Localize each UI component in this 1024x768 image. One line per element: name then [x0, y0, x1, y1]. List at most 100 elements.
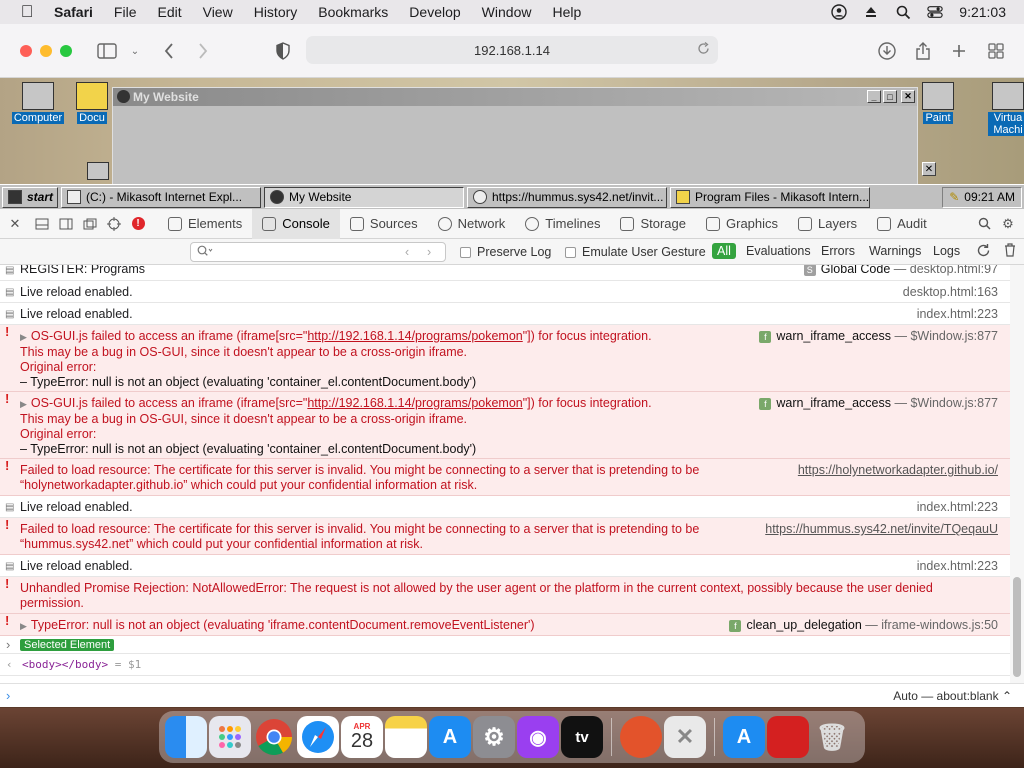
tab-network[interactable]: Network	[428, 209, 516, 239]
filter-warnings[interactable]: Warnings	[869, 244, 921, 258]
filter-all[interactable]: All	[712, 243, 736, 259]
console-error[interactable]: ! Failed to load resource: The certifica…	[0, 459, 1010, 496]
call-frame[interactable]: warn_iframe_access	[776, 396, 891, 410]
system-preferences-icon[interactable]: ⚙	[473, 716, 515, 758]
address-bar[interactable]: 192.168.1.14	[306, 36, 718, 64]
menu-edit[interactable]: Edit	[157, 4, 181, 20]
desktop-icon-computer[interactable]: Computer	[2, 82, 74, 124]
console-message[interactable]: ▤ Live reload enabled. index.html:223	[0, 555, 1010, 577]
close-window-button[interactable]	[20, 45, 32, 57]
disclosure-triangle-icon[interactable]: ▶	[20, 332, 27, 342]
zoom-window-button[interactable]	[60, 45, 72, 57]
sidebar-icon[interactable]	[96, 40, 118, 62]
tab-sources[interactable]: Sources	[340, 209, 428, 239]
console-message[interactable]: ▤ REGISTER: Programs S Global Code — desk…	[0, 265, 1010, 281]
console-error[interactable]: ! Unhandled Promise Rejection: NotAllowe…	[0, 577, 1010, 614]
trash-icon[interactable]	[1004, 243, 1016, 260]
error-indicator-icon[interactable]: !	[126, 210, 150, 238]
emulate-gesture-checkbox[interactable]: Emulate User Gesture	[565, 245, 706, 259]
privacy-shield-icon[interactable]	[272, 40, 294, 62]
menu-file[interactable]: File	[114, 4, 137, 20]
launchpad-icon[interactable]	[209, 716, 251, 758]
taskbar-button-my-website[interactable]: My Website	[264, 186, 464, 208]
safari-icon[interactable]	[297, 716, 339, 758]
source-link[interactable]: https://holynetworkadapter.github.io/	[798, 463, 998, 478]
source-link[interactable]: index.html:223	[917, 307, 998, 322]
selected-element-value[interactable]: ‹ <body></body> = $1	[0, 654, 1010, 676]
tab-overview-icon[interactable]	[985, 40, 1007, 62]
eject-icon[interactable]	[863, 4, 879, 20]
taskbar-button-program-files[interactable]: Program Files - Mikasoft Intern...	[670, 186, 870, 208]
filter-logs[interactable]: Logs	[933, 244, 960, 258]
console-message[interactable]: ▤ Live reload enabled. desktop.html:163	[0, 281, 1010, 303]
console-error[interactable]: ! ▶ OS-GUI.js failed to access an iframe …	[0, 325, 1010, 392]
dock-right-icon[interactable]	[54, 210, 78, 238]
desktop-icon-partial[interactable]	[86, 162, 110, 182]
console-scrollbar[interactable]	[1010, 265, 1024, 683]
apple-icon[interactable]: 	[18, 2, 36, 21]
tab-storage[interactable]: Storage	[610, 209, 696, 239]
menu-view[interactable]: View	[203, 4, 233, 20]
maximize-icon[interactable]: □	[883, 90, 897, 103]
app-store-icon[interactable]: A	[429, 716, 471, 758]
element-picker-icon[interactable]	[102, 210, 126, 238]
new-tab-icon[interactable]	[948, 40, 970, 62]
console-message[interactable]: ▤ Live reload enabled. index.html:223	[0, 303, 1010, 325]
disclosure-triangle-icon[interactable]: ▶	[20, 399, 27, 409]
disclosure-triangle-icon[interactable]: ▶	[20, 621, 27, 631]
next-icon[interactable]: ›	[427, 245, 431, 259]
tab-graphics[interactable]: Graphics	[696, 209, 788, 239]
close-icon[interactable]: ✕	[901, 90, 915, 103]
call-frame[interactable]: warn_iframe_access	[776, 329, 891, 343]
calendar-icon[interactable]: APR 28	[341, 716, 383, 758]
call-frame[interactable]: clean_up_delegation	[746, 618, 861, 632]
menu-app[interactable]: Safari	[54, 4, 93, 20]
console-filter-input[interactable]: ‹ ›	[190, 242, 446, 262]
desktop-icon-paint[interactable]: Paint	[918, 82, 958, 124]
console-prompt[interactable]: › Auto — about:blank ⌃	[0, 683, 1024, 707]
window-titlebar[interactable]: My Website _ □ ✕	[113, 88, 917, 106]
source-link[interactable]: desktop.html:163	[903, 285, 998, 300]
error-link[interactable]: http://192.168.1.14/programs/pokemon	[307, 396, 522, 410]
source-link[interactable]: iframe-windows.js:50	[881, 618, 998, 632]
chrome-icon[interactable]	[253, 716, 295, 758]
close-icon[interactable]: ✕	[922, 162, 936, 176]
menu-bookmarks[interactable]: Bookmarks	[318, 4, 388, 20]
share-icon[interactable]	[912, 40, 934, 62]
finder-icon[interactable]	[165, 716, 207, 758]
desktop-icon-documents[interactable]: Docu	[70, 82, 114, 124]
search-icon[interactable]	[895, 4, 911, 20]
tray-pen-icon[interactable]: ✎	[949, 190, 959, 204]
tab-elements[interactable]: Elements	[158, 209, 252, 239]
desktop-icon-virtual-machine[interactable]: Virtua Machi	[988, 82, 1024, 136]
downloads-icon[interactable]	[876, 40, 898, 62]
duckduckgo-icon[interactable]	[620, 716, 662, 758]
source-link[interactable]: https://hummus.sys42.net/invite/TQeqauU	[765, 522, 998, 537]
console-message[interactable]: ▤ Live reload enabled. index.html:223	[0, 496, 1010, 518]
call-frame[interactable]: Global Code	[821, 265, 891, 276]
console-error[interactable]: ! Failed to load resource: The certifica…	[0, 518, 1010, 555]
source-link[interactable]: index.html:223	[917, 500, 998, 515]
podcasts-icon[interactable]: ◉	[517, 716, 559, 758]
applications-folder-icon[interactable]: A	[723, 716, 765, 758]
downloads-stack-icon[interactable]	[767, 716, 809, 758]
previous-icon[interactable]: ‹	[405, 245, 409, 259]
filter-errors[interactable]: Errors	[821, 244, 855, 258]
chevron-down-icon[interactable]: ⌄	[124, 40, 146, 62]
user-icon[interactable]	[831, 4, 847, 20]
preserve-log-checkbox[interactable]: Preserve Log	[460, 245, 551, 259]
apple-tv-icon[interactable]: tv	[561, 716, 603, 758]
menu-develop[interactable]: Develop	[409, 4, 460, 20]
error-link[interactable]: http://192.168.1.14/programs/pokemon	[307, 329, 522, 343]
tab-console[interactable]: Console	[252, 208, 340, 239]
minimize-window-button[interactable]	[40, 45, 52, 57]
menu-help[interactable]: Help	[552, 4, 581, 20]
source-link[interactable]: $Window.js:877	[910, 329, 998, 343]
scrollbar-thumb[interactable]	[1013, 577, 1021, 677]
close-icon[interactable]: ✕	[0, 210, 30, 238]
console-error[interactable]: ! ▶ TypeError: null is not an object (eva…	[0, 614, 1010, 636]
minimize-icon[interactable]: _	[867, 90, 881, 103]
search-icon[interactable]	[972, 210, 996, 238]
dock-bottom-icon[interactable]	[30, 210, 54, 238]
source-link[interactable]: $Window.js:877	[910, 396, 998, 410]
